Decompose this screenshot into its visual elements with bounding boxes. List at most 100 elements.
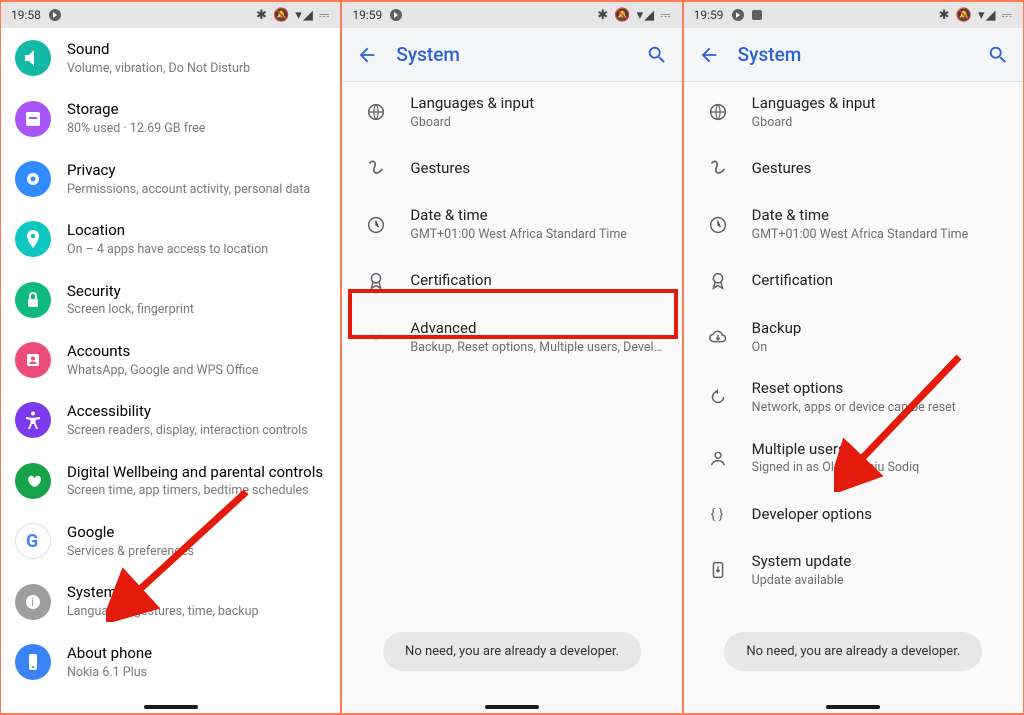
system-item-update[interactable]: System update Update available <box>684 540 1023 600</box>
accounts-icon <box>15 342 51 378</box>
settings-item-location[interactable]: Location On – 4 apps have access to locat… <box>1 209 340 269</box>
settings-item-sound[interactable]: SoundVolume, vibration, Do Not Disturb <box>1 28 340 88</box>
status-time: 19:59 <box>352 8 382 22</box>
item-subtitle: GMT+01:00 West Africa Standard Time <box>410 227 665 243</box>
item-subtitle: Screen readers, display, interaction con… <box>67 423 324 439</box>
item-title: Certification <box>752 271 1007 290</box>
item-title: Location <box>67 221 324 240</box>
item-title: Languages & input <box>752 94 1007 113</box>
item-subtitle: Nokia 6.1 Plus <box>67 665 324 681</box>
back-icon[interactable] <box>698 44 720 66</box>
clock-icon <box>362 211 390 239</box>
item-title: Developer options <box>752 505 1007 524</box>
braces-icon: { } <box>704 500 732 528</box>
system-item-cert[interactable]: Certification <box>342 255 681 307</box>
item-subtitle: Languages, gestures, time, backup <box>67 604 324 620</box>
item-subtitle: Gboard <box>752 115 1007 131</box>
panel-system-collapsed: 19:59 ✱ 🔕 ▾◢ ⎓ System Languages & inputG… <box>341 0 682 715</box>
status-bar: 19:59 ✱ 🔕 ▾◢ ⎓ <box>342 2 681 28</box>
system-list: Languages & inputGboard Gestures Date & ti… <box>342 82 681 713</box>
gesture-icon <box>704 154 732 182</box>
system-item-cert[interactable]: Certification <box>684 255 1023 307</box>
reset-icon <box>704 383 732 411</box>
accessibility-icon <box>15 402 51 438</box>
item-title: Digital Wellbeing and parental controls <box>67 463 324 482</box>
system-item-backup[interactable]: Backup On <box>684 307 1023 367</box>
wellbeing-icon <box>15 463 51 499</box>
system-item-dev[interactable]: { } Developer options <box>684 488 1023 540</box>
nav-handle[interactable] <box>144 705 198 709</box>
appbar-title: System <box>738 43 802 66</box>
chevron-icon <box>362 323 390 351</box>
item-title: Date & time <box>410 206 665 225</box>
item-title: Gestures <box>752 159 1007 178</box>
system-item-reset[interactable]: Reset options Network, apps or device can… <box>684 367 1023 427</box>
system-item-gest[interactable]: Gestures <box>342 142 681 194</box>
play-icon <box>732 9 744 21</box>
item-title: About phone <box>67 644 324 663</box>
lock-icon <box>15 282 51 318</box>
system-item-lang[interactable]: Languages & inputGboard <box>342 82 681 142</box>
search-icon[interactable] <box>646 44 668 66</box>
item-title: Gestures <box>410 159 665 178</box>
play-icon <box>390 9 402 21</box>
item-title: Google <box>67 523 324 542</box>
google-icon: G <box>15 523 51 559</box>
item-subtitle: Network, apps or device can be reset <box>752 400 1007 416</box>
settings-item-about[interactable]: About phone Nokia 6.1 Plus <box>1 632 340 692</box>
settings-item-privacy[interactable]: Privacy Permissions, account activity, pe… <box>1 149 340 209</box>
settings-item-wellbeing[interactable]: Digital Wellbeing and parental controlsS… <box>1 451 340 511</box>
status-tray-icons: ✱ 🔕 ▾◢ ⎓ <box>256 8 330 23</box>
system-item-lang[interactable]: Languages & input Gboard <box>684 82 1023 142</box>
settings-item-accounts[interactable]: AccountsWhatsApp, Google and WPS Office <box>1 330 340 390</box>
item-title: Date & time <box>752 206 1007 225</box>
system-item-datetime[interactable]: Date & time GMT+01:00 West Africa Standar… <box>684 194 1023 254</box>
item-title: Security <box>67 282 324 301</box>
location-icon <box>15 221 51 257</box>
update-icon <box>704 556 732 584</box>
item-title: Privacy <box>67 161 324 180</box>
system-icon: i <box>15 584 51 620</box>
system-item-gest[interactable]: Gestures <box>684 142 1023 194</box>
system-item-users[interactable]: Multiple usersSigned in as Olanrewaju So… <box>684 428 1023 488</box>
svg-text:i: i <box>31 595 34 609</box>
settings-item-accessibility[interactable]: AccessibilityScreen readers, display, in… <box>1 390 340 450</box>
item-title: Languages & input <box>410 94 665 113</box>
item-title: Reset options <box>752 379 1007 398</box>
item-title: Sound <box>67 40 324 59</box>
cloud-icon <box>704 323 732 351</box>
system-item-adv[interactable]: AdvancedBackup, Reset options, Multiple … <box>342 307 681 367</box>
item-title: Accounts <box>67 342 324 361</box>
search-icon[interactable] <box>987 44 1009 66</box>
storage-icon <box>15 101 51 137</box>
settings-item-security[interactable]: SecurityScreen lock, fingerprint <box>1 270 340 330</box>
nav-handle[interactable] <box>826 705 880 709</box>
item-subtitle: On – 4 apps have access to location <box>67 242 324 258</box>
item-subtitle: GMT+01:00 West Africa Standard Time <box>752 227 1007 243</box>
status-bar: 19:58 ✱ 🔕 ▾◢ ⎓ <box>1 2 340 28</box>
item-title: System update <box>752 552 1007 571</box>
app-bar: System <box>342 28 681 82</box>
item-subtitle: Permissions, account activity, personal … <box>67 182 324 198</box>
item-subtitle: Backup, Reset options, Multiple users, D… <box>410 340 665 356</box>
system-item-datetime[interactable]: Date & time GMT+01:00 West Africa Standar… <box>342 194 681 254</box>
item-subtitle: Signed in as Olanrewaju Sodiq <box>752 460 1007 476</box>
toast-already-developer: No need, you are already a developer. <box>383 632 641 671</box>
appbar-title: System <box>396 43 460 66</box>
person-icon <box>704 444 732 472</box>
item-subtitle: Update available <box>752 573 1007 589</box>
settings-item-storage[interactable]: Storage80% used · 12.69 GB free <box>1 88 340 148</box>
globe-icon <box>362 98 390 126</box>
status-time: 19:58 <box>11 8 41 22</box>
item-subtitle: Services & preferences <box>67 544 324 560</box>
item-subtitle: On <box>752 340 1007 356</box>
back-icon[interactable] <box>356 44 378 66</box>
privacy-icon <box>15 161 51 197</box>
app-bar: System <box>684 28 1023 82</box>
settings-item-system[interactable]: iSystemLanguages, gestures, time, backup <box>1 571 340 631</box>
settings-item-google[interactable]: G Google Services & preferences <box>1 511 340 571</box>
nav-handle[interactable] <box>485 705 539 709</box>
item-title: Storage <box>67 100 324 119</box>
svg-text:G: G <box>26 531 38 552</box>
item-title: Backup <box>752 319 1007 338</box>
